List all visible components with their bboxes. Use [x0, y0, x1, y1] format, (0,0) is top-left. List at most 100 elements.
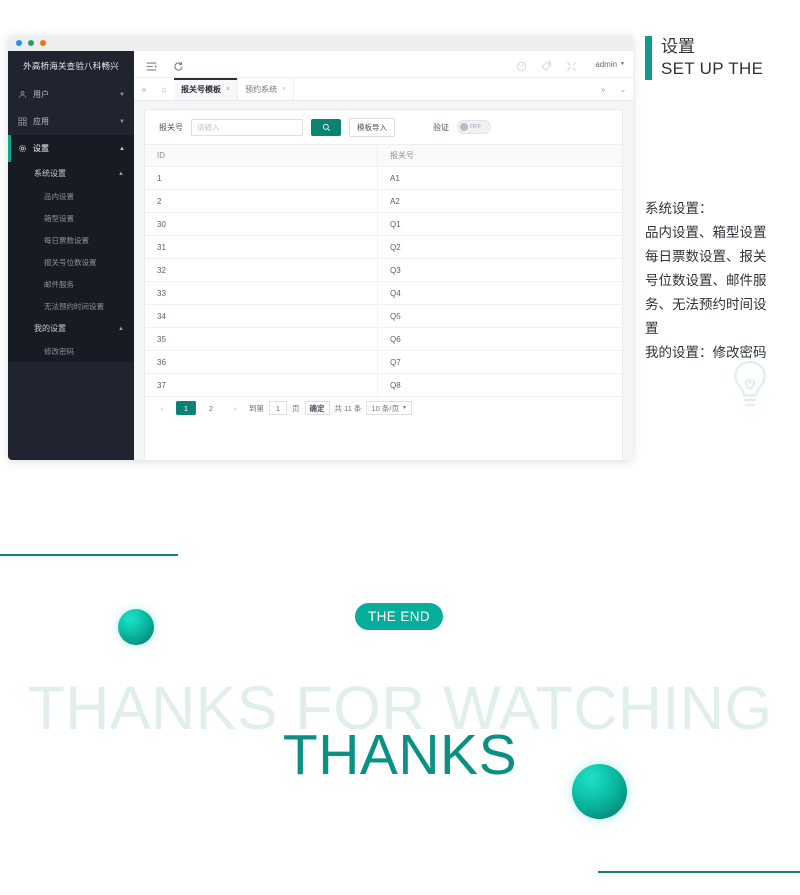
tabs-scroll-left-icon[interactable]: « [134, 78, 154, 100]
search-button[interactable] [311, 118, 341, 136]
declaration-no-label: 报关号 [159, 122, 183, 132]
cell-declaration-no: Q1 [377, 213, 622, 235]
cell-declaration-no: A1 [377, 167, 622, 189]
cell-id: 31 [157, 242, 166, 252]
tab-declaration-template[interactable]: 报关号模板 × [174, 78, 239, 100]
decor-sphere-left [118, 609, 154, 645]
cell-declaration-no: Q4 [377, 282, 622, 304]
sidebar-subitem-declaration-digits-settings[interactable]: 报关号位数设置 [8, 251, 134, 273]
close-icon[interactable]: × [226, 86, 230, 93]
sidebar-group-label: 系统设置 [34, 169, 66, 178]
body-line: 置 [645, 321, 659, 336]
card-wrapper: 报关号 请输入 模板导入 验证 OFF ID 报关号 1 A1 2 A2 30 … [134, 101, 633, 460]
sidebar-subitem-change-password[interactable]: 修改密码 [8, 340, 134, 362]
pagination-page-1[interactable]: 1 [176, 401, 196, 415]
sidebar-subitem-mail-service[interactable]: 邮件服务 [8, 273, 134, 295]
chevron-up-icon: ▲ [119, 145, 125, 152]
table-row[interactable]: 2 A2 [145, 190, 622, 213]
body-line: 我的设置：修改密码 [645, 345, 767, 360]
tabs-more-icon[interactable]: ⌄ [613, 78, 633, 100]
admin-label: admin [595, 59, 618, 69]
title-accent-bar [645, 36, 652, 80]
table-header-row: ID 报关号 [145, 145, 622, 167]
table-row[interactable]: 1 A1 [145, 167, 622, 190]
table-row[interactable]: 35 Q6 [145, 328, 622, 351]
pagination-prev[interactable]: ‹ [153, 402, 171, 414]
body-line: 务、无法预约时间设 [645, 297, 767, 312]
pagination-page-size-select[interactable]: 10 条/页 ▼ [366, 401, 412, 415]
cell-id: 34 [157, 311, 166, 321]
close-icon[interactable]: × [282, 86, 286, 93]
home-icon[interactable]: ⌂ [154, 78, 174, 100]
window-body: 外高桥海关查验八科畅兴 用户 ▼ 应用 ▼ 设置 ▲ 系统设置 ▲ 品内设置 箱… [8, 51, 633, 460]
cell-declaration-no: A2 [377, 190, 622, 212]
sidebar-subitem-unavailable-time-settings[interactable]: 无法预约时间设置 [8, 295, 134, 317]
sidebar-subitem-box-type-settings[interactable]: 箱型设置 [8, 207, 134, 229]
table-row[interactable]: 31 Q2 [145, 236, 622, 259]
pagination-confirm-button[interactable]: 确定 [304, 401, 330, 415]
column-header-id: ID [157, 151, 165, 160]
window-titlebar [8, 35, 633, 51]
cell-id: 1 [157, 173, 162, 183]
chevron-up-icon: ▲ [118, 170, 124, 177]
column-header-declaration-no: 报关号 [377, 145, 622, 166]
table-row[interactable]: 33 Q4 [145, 282, 622, 305]
pagination-goto-label: 到第 [249, 403, 264, 413]
sidebar-subitem-product-settings[interactable]: 品内设置 [8, 185, 134, 207]
dashboard-icon[interactable] [516, 59, 527, 71]
body-line: 号位数设置、邮件服 [645, 273, 767, 288]
decor-line-top-left [0, 554, 178, 556]
verify-label: 验证 [433, 122, 449, 132]
sidebar-group-my-settings[interactable]: 我的设置 ▲ [8, 317, 134, 340]
cell-id: 2 [157, 196, 162, 206]
declaration-no-input[interactable]: 请输入 [191, 118, 303, 136]
sidebar-item-users[interactable]: 用户 ▼ [8, 81, 134, 108]
sidebar-item-label: 用户 [33, 90, 49, 99]
admin-menu[interactable]: admin ▼ [595, 60, 625, 69]
search-icon [322, 123, 330, 131]
tab-bar: « ⌂ 报关号模板 × 预约系统 × » ⌄ [134, 78, 633, 101]
table-row[interactable]: 36 Q7 [145, 351, 622, 374]
cell-declaration-no: Q3 [377, 259, 622, 281]
template-import-button[interactable]: 模板导入 [349, 117, 395, 137]
pagination-page-2[interactable]: 2 [201, 401, 221, 415]
filter-bar: 报关号 请输入 模板导入 验证 OFF [145, 110, 622, 145]
decor-line-bottom-right [598, 871, 800, 873]
verify-toggle[interactable]: OFF [457, 120, 491, 134]
sidebar-brand: 外高桥海关查验八科畅兴 [23, 61, 119, 71]
apps-icon [18, 117, 27, 126]
sidebar-group-system-settings[interactable]: 系统设置 ▲ [8, 162, 134, 185]
the-end-badge: THE END [355, 603, 443, 630]
cell-declaration-no: Q8 [377, 374, 622, 396]
tabs-scroll-right-icon[interactable]: » [593, 78, 613, 100]
tag-icon[interactable] [541, 59, 552, 71]
chevron-down-icon: ▼ [620, 61, 625, 67]
menu-collapse-icon[interactable] [146, 59, 157, 70]
thanks-main-text: THANKS [282, 723, 518, 787]
cell-id: 37 [157, 380, 166, 390]
sidebar-subitem-daily-ticket-settings[interactable]: 每日票数设置 [8, 229, 134, 251]
window-dot-green[interactable] [28, 40, 34, 46]
window-dot-blue[interactable] [16, 40, 22, 46]
cell-id: 36 [157, 357, 166, 367]
table-row[interactable]: 37 Q8 [145, 374, 622, 397]
page-size-label: 10 条/页 [371, 403, 399, 413]
toggle-state-label: OFF [470, 124, 481, 130]
cell-id: 30 [157, 219, 166, 229]
tab-reservation-system[interactable]: 预约系统 × [238, 78, 295, 100]
table-row[interactable]: 30 Q1 [145, 213, 622, 236]
sidebar-item-apps[interactable]: 应用 ▼ [8, 108, 134, 135]
chevron-down-icon: ▼ [119, 118, 125, 125]
pagination: ‹ 1 2 › 到第 1 页 确定 共 11 条 10 条/页 ▼ [145, 397, 622, 419]
pagination-goto-input[interactable]: 1 [269, 401, 287, 415]
sidebar: 外高桥海关查验八科畅兴 用户 ▼ 应用 ▼ 设置 ▲ 系统设置 ▲ 品内设置 箱… [8, 51, 134, 460]
sidebar-item-label: 应用 [33, 117, 49, 126]
pagination-next[interactable]: › [226, 402, 244, 414]
window-dot-orange[interactable] [40, 40, 46, 46]
table-row[interactable]: 32 Q3 [145, 259, 622, 282]
refresh-icon[interactable] [173, 59, 184, 71]
fullscreen-icon[interactable] [566, 59, 577, 71]
table-row[interactable]: 34 Q5 [145, 305, 622, 328]
sidebar-item-settings[interactable]: 设置 ▲ [8, 135, 134, 162]
right-panel-body: 系统设置： 品内设置、箱型设置 每日票数设置、报关 号位数设置、邮件服 务、无法… [645, 197, 797, 365]
